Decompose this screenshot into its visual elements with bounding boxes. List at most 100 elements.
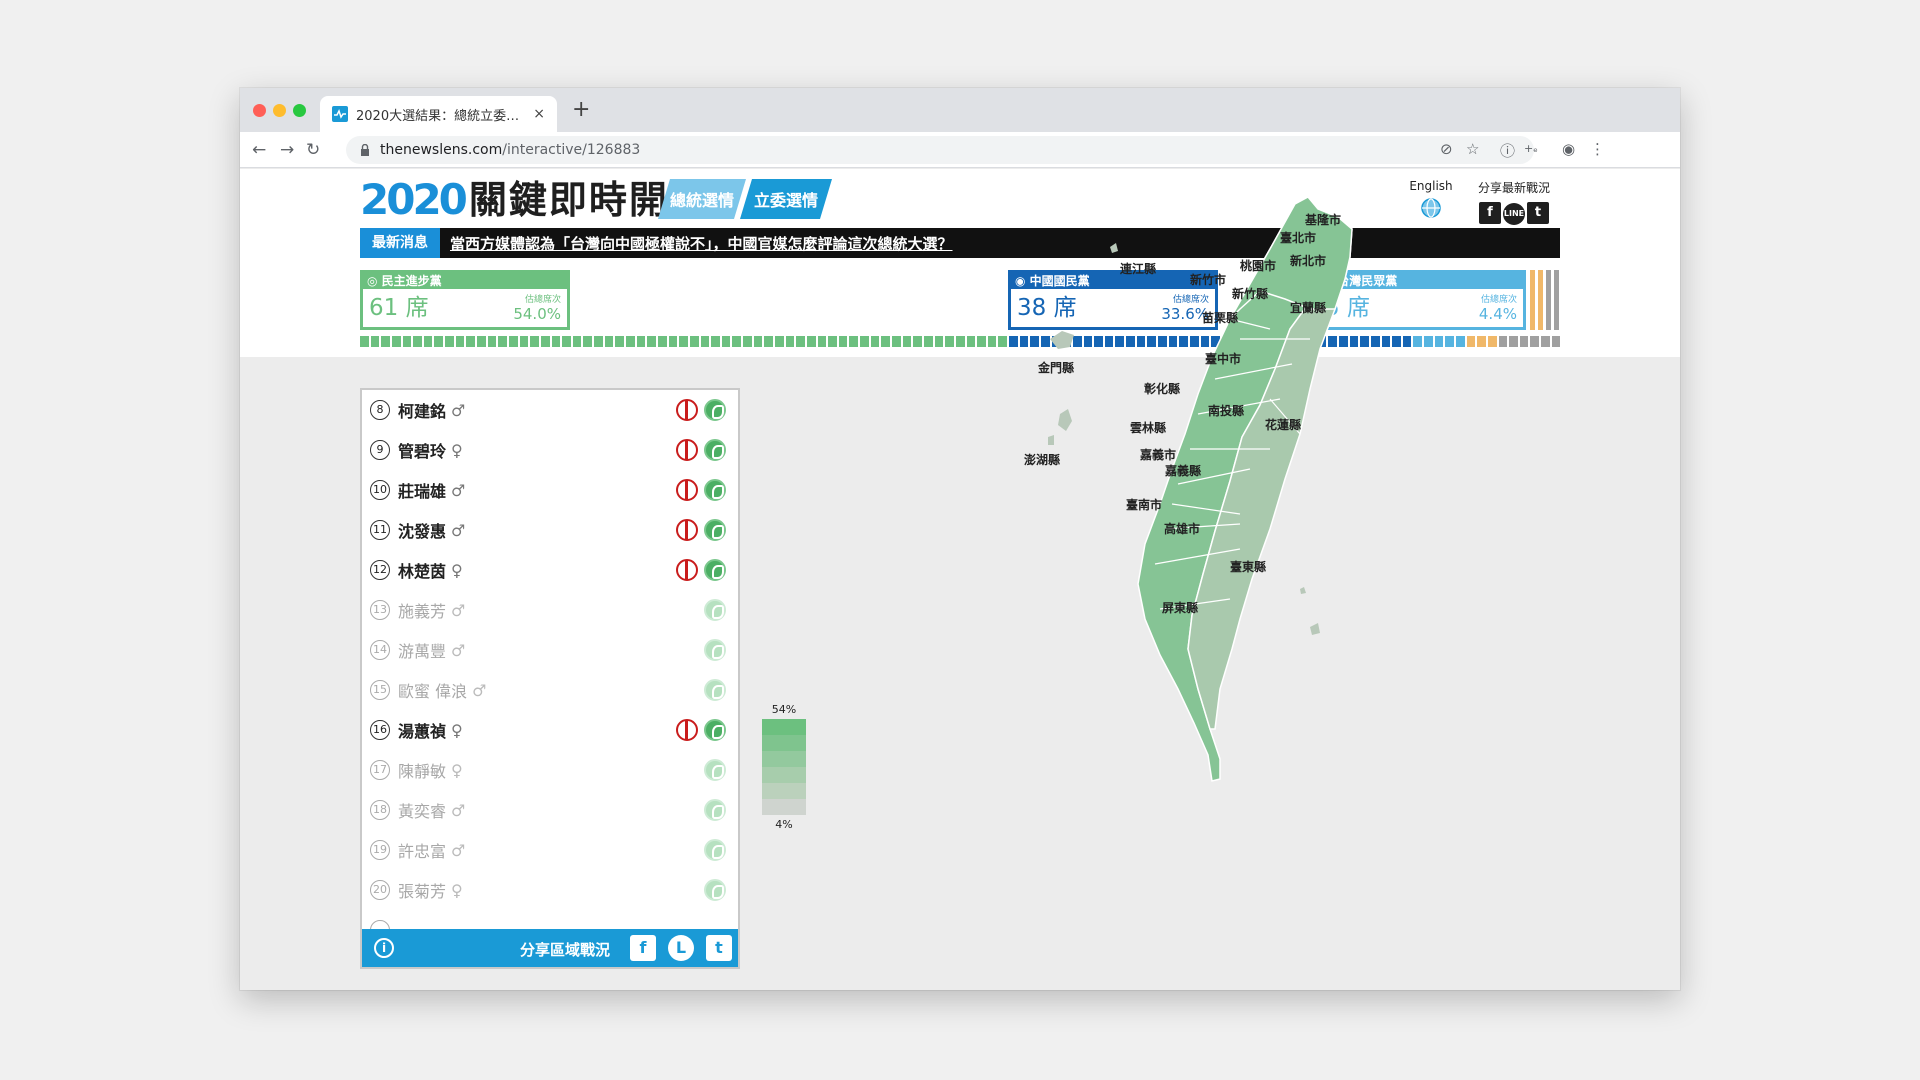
map-label: 澎湖縣 xyxy=(1024,452,1060,467)
seat-cell xyxy=(413,336,422,347)
address-bar[interactable]: thenewslens.com/interactive/126883 xyxy=(346,136,1534,164)
news-headline-link[interactable]: 當西方媒體認為「台灣向中國極權說不」，中國官媒怎麼評論這次總統大選？ xyxy=(450,233,953,254)
elected-stamp-icon xyxy=(676,519,698,541)
candidate-row[interactable]: 9 管碧玲 ♀ xyxy=(362,430,738,470)
url-domain: thenewslens.com xyxy=(380,142,503,158)
menu-kebab-icon[interactable]: ⋮ xyxy=(1590,140,1605,158)
party-logo-icon xyxy=(704,599,726,621)
elected-stamp-icon xyxy=(676,399,698,421)
twitter-icon[interactable]: t xyxy=(706,935,732,961)
seat-cell xyxy=(806,336,816,347)
gender-icon: ♀ xyxy=(451,880,463,900)
extension-icon[interactable]: +ₑ xyxy=(1524,142,1538,155)
gender-icon: ♂ xyxy=(451,400,466,420)
candidate-name: 莊瑞雄 xyxy=(398,482,447,501)
seat-cell xyxy=(604,336,614,347)
candidate-name: 陳靜敏 xyxy=(398,762,447,781)
candidate-name: 施義芳 xyxy=(398,602,447,621)
candidate-name: 湯蕙禎 xyxy=(398,722,447,741)
party-logo-icon xyxy=(704,399,726,421)
gender-icon: ♀ xyxy=(451,560,463,580)
map-label: 臺北市 xyxy=(1280,230,1316,245)
browser-tab[interactable]: 2020大選結果：總統立委全台選 × xyxy=(320,96,557,132)
seat-cell xyxy=(913,336,922,347)
back-icon[interactable]: ← xyxy=(252,140,266,160)
extension-info-icon[interactable]: ⓘ xyxy=(1500,140,1515,161)
candidate-row[interactable]: 19 許忠富 ♂ xyxy=(362,830,738,870)
translate-icon[interactable]: ⊘ xyxy=(1440,140,1453,158)
map-label: 宜蘭縣 xyxy=(1290,300,1326,315)
line-icon[interactable]: L xyxy=(668,935,694,961)
list-footer: i 分享區域戰況 f L t xyxy=(362,929,738,967)
candidate-row[interactable]: 15 歐蜜 偉浪 ♂ xyxy=(362,670,738,710)
bookmark-star-icon[interactable]: ☆ xyxy=(1466,140,1479,158)
tab-legislator[interactable]: 立委選情 xyxy=(740,179,832,219)
candidate-name: 游萬豐 xyxy=(398,642,447,661)
seat-cell xyxy=(423,336,433,347)
candidate-number: 15 xyxy=(370,680,390,700)
map-label: 臺南市 xyxy=(1126,497,1162,512)
map-label: 連江縣 xyxy=(1120,261,1156,276)
party-logo-icon xyxy=(704,679,726,701)
legend-swatch xyxy=(762,735,806,751)
seat-cell xyxy=(743,336,752,347)
legend-min: 4% xyxy=(775,818,793,831)
minimize-window-button[interactable] xyxy=(273,104,286,117)
seat-cell xyxy=(445,336,454,347)
island-lanyu[interactable] xyxy=(1300,587,1320,635)
candidate-row[interactable]: 17 陳靜敏 ♀ xyxy=(362,750,738,790)
seat-cell xyxy=(572,336,582,347)
candidate-number: 14 xyxy=(370,640,390,660)
candidate-row[interactable]: 10 莊瑞雄 ♂ xyxy=(362,470,738,510)
seat-cell xyxy=(657,336,667,347)
new-tab-button[interactable]: + xyxy=(572,99,590,121)
site-logo[interactable]: 2020 關鍵即時開票 xyxy=(360,175,709,224)
tab-strip: 2020大選結果：總統立委全台選 × + xyxy=(240,88,1680,132)
maximize-window-button[interactable] xyxy=(293,104,306,117)
party-logo-icon xyxy=(704,639,726,661)
seat-cell xyxy=(455,336,465,347)
close-window-button[interactable] xyxy=(253,104,266,117)
lock-icon xyxy=(361,144,369,156)
map-label: 新竹縣 xyxy=(1232,286,1268,301)
candidate-row[interactable]: 12 林楚茵 ♀ xyxy=(362,550,738,590)
island-kinmen[interactable] xyxy=(1050,331,1074,349)
seat-cell xyxy=(477,336,486,347)
seat-cell xyxy=(732,336,742,347)
map-label: 嘉義縣 xyxy=(1164,463,1201,478)
island-penghu[interactable] xyxy=(1048,409,1072,445)
reload-icon[interactable]: ↻ xyxy=(306,140,320,160)
profile-avatar-icon[interactable]: ◉ xyxy=(1562,140,1575,158)
seat-cell xyxy=(679,336,688,347)
seat-cell xyxy=(892,336,901,347)
candidate-row[interactable]: 20 張菊芳 ♀ xyxy=(362,870,738,910)
elected-stamp-icon xyxy=(676,559,698,581)
elected-stamp-icon xyxy=(676,479,698,501)
candidate-row[interactable]: 13 施義芳 ♂ xyxy=(362,590,738,630)
map-label: 新竹市 xyxy=(1190,272,1226,287)
candidate-number: 10 xyxy=(370,480,390,500)
tab-close-icon[interactable]: × xyxy=(533,106,545,122)
seat-cell xyxy=(838,336,848,347)
map-label: 高雄市 xyxy=(1164,521,1200,536)
news-label: 最新消息 xyxy=(360,228,440,258)
logo-year: 2020 xyxy=(360,175,468,224)
forward-icon[interactable]: → xyxy=(280,140,294,160)
map-label: 彰化縣 xyxy=(1144,381,1180,396)
candidate-row[interactable]: 18 黃奕睿 ♂ xyxy=(362,790,738,830)
map-label: 南投縣 xyxy=(1208,403,1244,418)
island-matsu[interactable] xyxy=(1110,243,1118,253)
candidate-row[interactable]: 11 沈發惠 ♂ xyxy=(362,510,738,550)
candidate-row[interactable]: 8 柯建銘 ♂ xyxy=(362,390,738,430)
map-label: 臺中市 xyxy=(1205,351,1241,366)
info-icon[interactable]: i xyxy=(374,938,394,958)
candidate-row[interactable]: 16 湯蕙禎 ♀ xyxy=(362,710,738,750)
legend-swatch xyxy=(762,751,806,767)
tab-president[interactable]: 總統選情 xyxy=(658,179,746,219)
facebook-icon[interactable]: f xyxy=(630,935,656,961)
map-label: 苗栗縣 xyxy=(1202,310,1238,325)
party-name: 民主進步黨 xyxy=(381,274,442,288)
candidate-row[interactable]: 14 游萬豐 ♂ xyxy=(362,630,738,670)
seat-cell xyxy=(774,336,784,347)
gender-icon: ♂ xyxy=(451,840,466,860)
